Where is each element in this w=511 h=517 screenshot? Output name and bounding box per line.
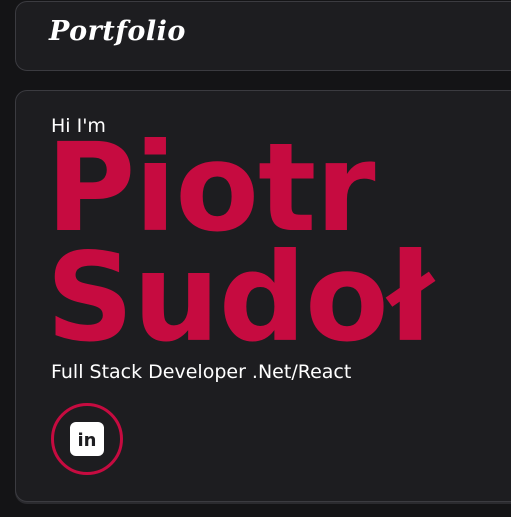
linkedin-button[interactable]: in — [51, 403, 123, 475]
page: Portfolio Hi I'm Piotr Sudoł Full Stack … — [0, 0, 511, 517]
linkedin-glyph: in — [78, 430, 97, 451]
brand-logo-link[interactable]: Portfolio — [49, 16, 186, 47]
navbar: Portfolio — [15, 1, 511, 71]
last-name-heading: Sudoł — [46, 227, 433, 369]
linkedin-icon: in — [70, 422, 104, 456]
hero-card: Hi I'm Piotr Sudoł Full Stack Developer … — [15, 90, 511, 502]
role-subtitle: Full Stack Developer .Net/React — [51, 361, 352, 383]
